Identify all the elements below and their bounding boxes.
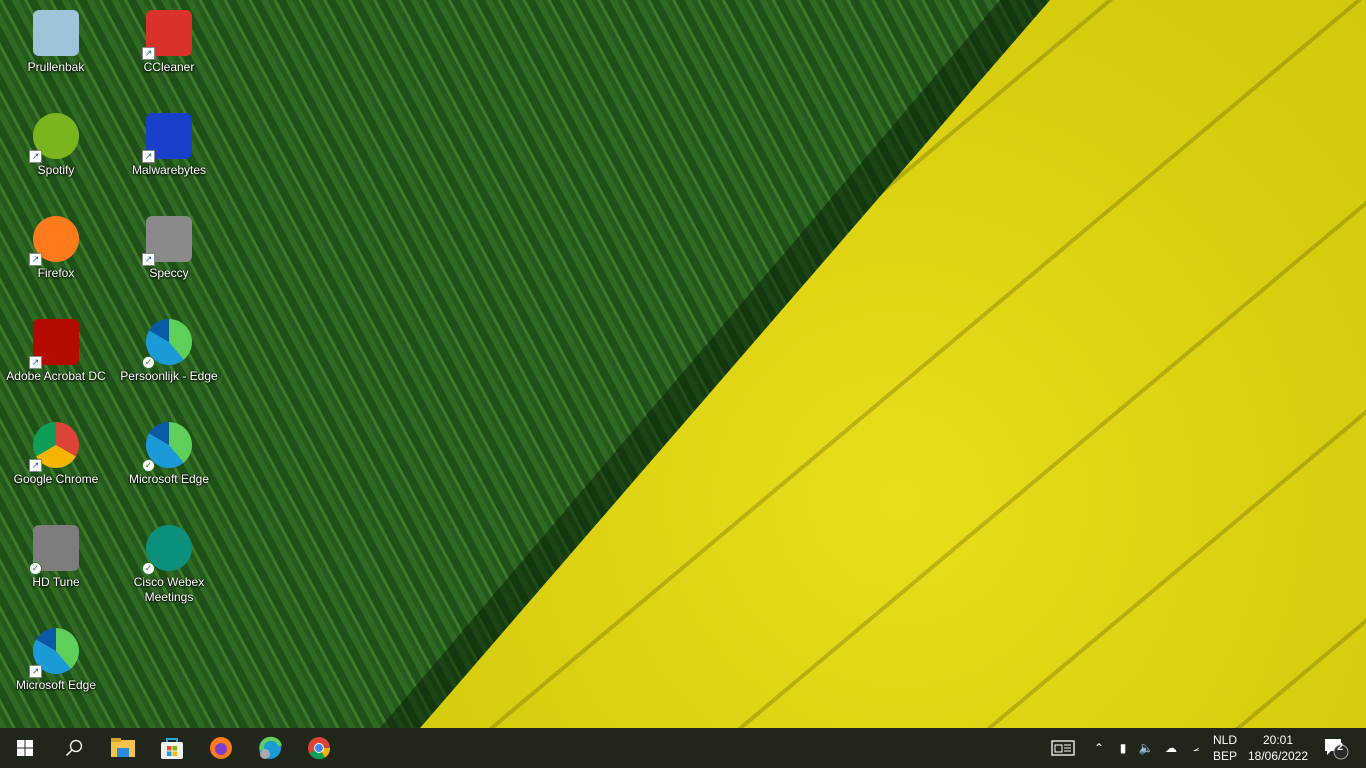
- taskbar-file-explorer[interactable]: [98, 728, 147, 768]
- news-icon: [1051, 740, 1075, 756]
- clock-button[interactable]: 20:01 18/06/2022: [1244, 728, 1312, 768]
- acrobat-icon: ↗: [29, 319, 79, 369]
- news-and-interests-button[interactable]: [1044, 728, 1082, 768]
- firefox-icon: [209, 737, 232, 759]
- taskbar-chrome[interactable]: [294, 728, 343, 768]
- chrome-icon: [307, 737, 330, 760]
- desktop-icon[interactable]: ↗ Microsoft Edge: [4, 620, 108, 716]
- clock-date: 18/06/2022: [1247, 749, 1309, 763]
- search-icon: [65, 739, 82, 757]
- notification-count-badge: 2: [1337, 741, 1344, 753]
- hdtune-icon: ✓: [29, 525, 79, 575]
- sync-check-icon: ✓: [142, 459, 155, 472]
- desktop-icon[interactable]: ↗ Malwarebytes: [117, 105, 221, 201]
- search-button[interactable]: [49, 728, 98, 768]
- sync-check-icon: ✓: [142, 356, 155, 369]
- firefox-icon: ↗: [29, 216, 79, 266]
- wifi-icon: ⦟: [1192, 741, 1200, 754]
- shortcut-arrow-icon: ↗: [29, 253, 42, 266]
- sync-check-icon: ✓: [142, 562, 155, 575]
- battery-charging-icon: ▮: [1119, 741, 1127, 755]
- desktop-icon-label: Google Chrome: [13, 472, 99, 486]
- desktop-icon-label: Speccy: [149, 266, 189, 280]
- desktop-icon-label: Adobe Acrobat DC: [6, 369, 106, 383]
- show-hidden-icons-button[interactable]: ⌃: [1088, 728, 1110, 768]
- speccy-icon: ↗: [142, 216, 192, 266]
- desktop-wallpaper: Prullenbak ↗ CCleaner ↗ Spotify ↗ Malwarebytes…: [0, 0, 1366, 728]
- edge-icon: ✓: [142, 422, 192, 472]
- ccleaner-icon: ↗: [142, 10, 192, 60]
- spotify-icon: ↗: [29, 113, 79, 163]
- input-language-button[interactable]: NLD BEP: [1208, 728, 1242, 768]
- chrome-icon: ↗: [29, 422, 79, 472]
- taskbar-microsoft-store[interactable]: [147, 728, 196, 768]
- recycle-bin-icon: [33, 10, 79, 56]
- store-icon: [160, 738, 183, 759]
- desktop-icon[interactable]: ↗ Firefox: [4, 208, 108, 304]
- speaker-icon: 🔈: [1138, 741, 1154, 755]
- action-center-button[interactable]: 2: [1316, 728, 1356, 768]
- onedrive-button[interactable]: ☁: [1159, 728, 1183, 768]
- desktop-icon[interactable]: ↗ Google Chrome: [4, 414, 108, 510]
- desktop-icon[interactable]: ✓ Microsoft Edge: [117, 414, 221, 510]
- cloud-icon: ☁: [1165, 741, 1177, 755]
- desktop-icon-label: CCleaner: [143, 60, 195, 74]
- webex-icon: ✓: [142, 525, 192, 575]
- shortcut-arrow-icon: ↗: [29, 150, 42, 163]
- volume-button[interactable]: 🔈: [1135, 728, 1157, 768]
- shortcut-arrow-icon: ↗: [29, 665, 42, 678]
- taskbar-edge[interactable]: [245, 728, 294, 768]
- desktop-icon-label: Malwarebytes: [131, 163, 207, 177]
- desktop-icon[interactable]: ✓ HD Tune: [4, 517, 108, 613]
- desktop-icon-label: Spotify: [37, 163, 75, 177]
- malwarebytes-icon: ↗: [142, 113, 192, 163]
- shortcut-arrow-icon: ↗: [142, 253, 155, 266]
- network-button[interactable]: ⦟: [1185, 728, 1207, 768]
- desktop-icon-label: HD Tune: [32, 575, 80, 589]
- taskbar: ⌃ ▮ 🔈 ☁ ⦟ NLD BEP 20:01 18/06/2022 2: [0, 728, 1366, 768]
- taskbar-firefox[interactable]: [196, 728, 245, 768]
- desktop-icon[interactable]: ↗ CCleaner: [117, 2, 221, 98]
- start-button[interactable]: [0, 728, 49, 768]
- language-code: NLD: [1212, 733, 1237, 747]
- shortcut-arrow-icon: ↗: [142, 150, 155, 163]
- folder-icon: [110, 738, 135, 757]
- desktop-icon[interactable]: ✓ Persoonlijk - Edge: [117, 311, 221, 407]
- edge-icon: [258, 736, 282, 759]
- desktop-icon[interactable]: ↗ Spotify: [4, 105, 108, 201]
- desktop-icon-label: Microsoft Edge: [128, 472, 210, 486]
- sync-check-icon: ✓: [29, 562, 42, 575]
- chevron-up-icon: ⌃: [1093, 741, 1105, 755]
- shortcut-arrow-icon: ↗: [142, 47, 155, 60]
- desktop-icon-label: Prullenbak: [27, 60, 85, 74]
- desktop-icon-label: Microsoft Edge: [15, 678, 97, 692]
- shortcut-arrow-icon: ↗: [29, 459, 42, 472]
- desktop-icon-label: Persoonlijk - Edge: [120, 369, 218, 383]
- desktop-icon[interactable]: Prullenbak: [4, 2, 108, 98]
- desktop-icon[interactable]: ↗ Speccy: [117, 208, 221, 304]
- edge-icon: ✓: [142, 319, 192, 369]
- clock-time: 20:01: [1262, 733, 1294, 747]
- desktop-icon-label: Firefox: [37, 266, 75, 280]
- desktop-icon[interactable]: ↗ Adobe Acrobat DC: [4, 311, 108, 407]
- battery-button[interactable]: ▮: [1112, 728, 1134, 768]
- windows-icon: [16, 740, 33, 756]
- notification-icon: [1325, 739, 1349, 760]
- keyboard-layout: BEP: [1212, 749, 1237, 763]
- desktop-icon[interactable]: ✓ Cisco Webex Meetings: [117, 517, 221, 613]
- edge-icon: ↗: [29, 628, 79, 678]
- shortcut-arrow-icon: ↗: [29, 356, 42, 369]
- desktop-icon-label: Cisco Webex Meetings: [133, 575, 205, 604]
